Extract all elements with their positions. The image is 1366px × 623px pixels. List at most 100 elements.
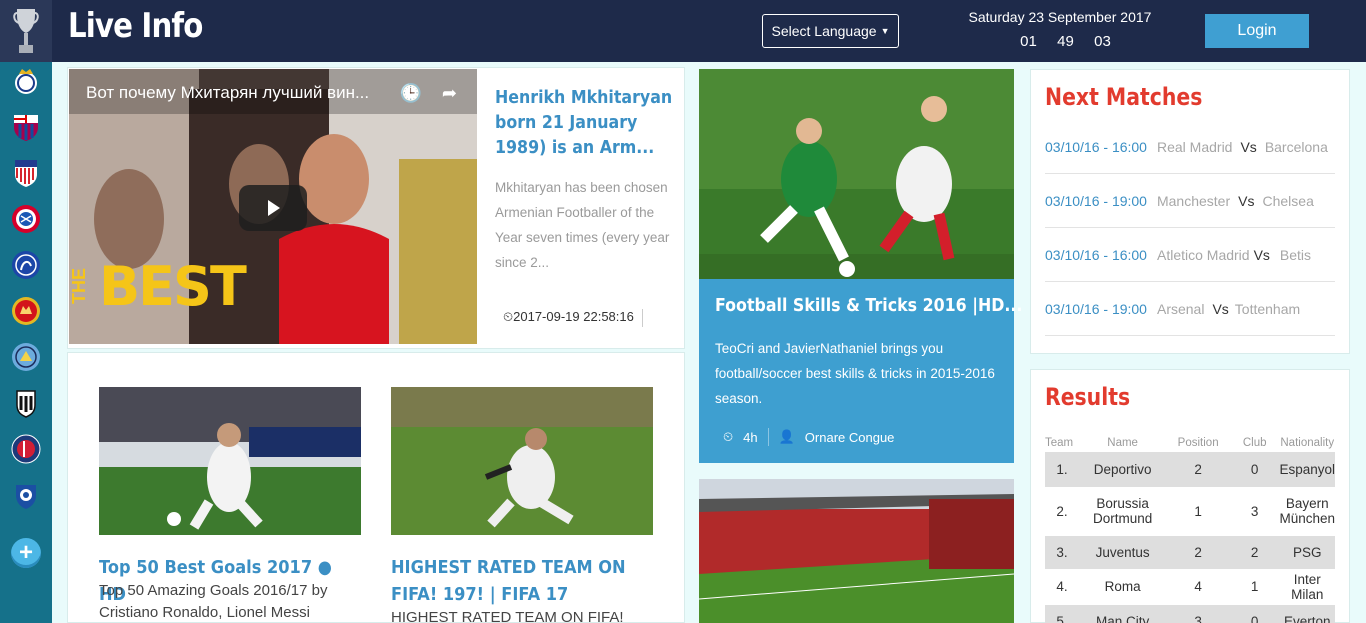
match-vs: Vs xyxy=(1253,246,1270,263)
cell-rank: 1. xyxy=(1045,452,1079,488)
plus-icon[interactable]: + xyxy=(11,538,41,568)
article-thumbnail-1[interactable] xyxy=(99,387,361,535)
cell-nationality: Inter Milan xyxy=(1279,569,1335,605)
col-club: Club xyxy=(1242,437,1267,449)
stadium-thumbnail[interactable] xyxy=(699,479,1014,623)
share-icon[interactable]: ➦ xyxy=(442,83,457,104)
club-sidebar: + xyxy=(0,62,52,623)
table-row[interactable]: 2. Borussia Dortmund 1 3 Bayern München xyxy=(1045,487,1335,536)
user-icon: 👤 xyxy=(778,429,795,444)
current-date: Saturday 23 September 2017 xyxy=(968,9,1152,25)
clock-minutes: 49 xyxy=(1057,33,1074,50)
col-position: Position xyxy=(1177,437,1219,449)
real-madrid-crest-icon[interactable] xyxy=(11,66,41,96)
match-row[interactable]: 03/10/16 - 16:00 Real Madrid Vs Barcelon… xyxy=(1045,120,1335,174)
divider xyxy=(767,428,769,446)
cell-position: 4 xyxy=(1166,569,1230,605)
psg-crest-icon[interactable] xyxy=(11,434,41,464)
table-row[interactable]: 5. Man City 3 0 Everton xyxy=(1045,604,1335,623)
cell-nationality: Bayern München xyxy=(1279,487,1335,536)
cell-club: 1 xyxy=(1229,569,1280,605)
brand-title[interactable]: Live Info xyxy=(68,6,203,46)
cell-club: 0 xyxy=(1229,604,1280,623)
cell-club: 2 xyxy=(1229,535,1280,570)
juventus-crest-icon[interactable] xyxy=(11,388,41,418)
barcelona-crest-icon[interactable] xyxy=(11,112,41,142)
featured-video-player[interactable]: Вот почему Мхитарян лучший вин... 🕒 ➦ TH… xyxy=(69,69,477,344)
timestamp-text: 2017-09-19 22:58:16 xyxy=(513,309,634,324)
article-desc-2: HIGHEST RATED TEAM ON FIFA! xyxy=(391,609,624,623)
live-clock: 01 49 03 xyxy=(1010,33,1121,50)
cell-name: Borussia Dortmund xyxy=(1078,487,1167,536)
article-thumbnail-2[interactable] xyxy=(391,387,653,535)
match-vs: Vs xyxy=(1212,300,1229,317)
porto-crest-icon[interactable] xyxy=(11,480,41,510)
select-language-button[interactable]: Select Language ▼ xyxy=(762,14,899,48)
bayern-crest-icon[interactable] xyxy=(11,204,41,234)
col-team: Team xyxy=(1045,437,1074,449)
match-away: Barcelona xyxy=(1264,138,1328,155)
cell-nationality: Espanyol xyxy=(1279,452,1335,488)
cell-position: 1 xyxy=(1166,487,1230,536)
cell-position: 3 xyxy=(1166,604,1230,623)
video-actions: 🕒 ➦ xyxy=(399,83,457,104)
col-name: Name xyxy=(1107,437,1138,449)
cell-position: 2 xyxy=(1166,535,1230,570)
skills-card: Football Skills & Tricks 2016 |HD... Teo… xyxy=(699,279,1022,463)
article-title-2[interactable]: HIGHEST RATED TEAM ON FIFA! 197! | FIFA … xyxy=(391,554,639,608)
col-nationality: Nationality xyxy=(1280,437,1335,449)
skills-video-thumbnail[interactable] xyxy=(699,69,1014,279)
play-button[interactable] xyxy=(239,185,307,231)
cell-club: 3 xyxy=(1229,487,1280,536)
featured-article-title[interactable]: Henrikh Mkhitaryan born 21 January 1989)… xyxy=(495,85,675,160)
clock-seconds: 03 xyxy=(1094,33,1111,50)
results-header-row: Team Name Position Club Nationality xyxy=(1045,434,1335,452)
skills-author[interactable]: Ornare Congue xyxy=(805,430,895,445)
skills-meta: ⏲ 4h 👤 Ornare Congue xyxy=(723,428,894,446)
top-header: Live Info Select Language ▼ Saturday 23 … xyxy=(0,0,1366,62)
skills-time: 4h xyxy=(743,429,758,445)
article-desc-1: Top 50 Amazing Goals 2016/17 by Cristian… xyxy=(99,582,328,621)
clock-icon: ⏲ xyxy=(503,309,514,324)
match-row[interactable]: 03/10/16 - 16:00 Atletico Madrid Vs Beti… xyxy=(1045,228,1335,282)
match-vs: Vs xyxy=(1240,138,1257,155)
match-row[interactable]: 03/10/16 - 19:00 Arsenal Vs Tottenham xyxy=(1045,282,1335,336)
clock-icon[interactable]: 🕒 xyxy=(399,83,421,104)
cell-position: 2 xyxy=(1166,452,1230,488)
cell-rank: 4. xyxy=(1045,569,1079,605)
cell-rank: 3. xyxy=(1045,535,1079,570)
featured-article-description: Mkhitaryan has been chosen Armenian Foot… xyxy=(495,180,670,270)
table-row[interactable]: 3. Juventus 2 2 PSG xyxy=(1045,535,1335,570)
manchester-united-crest-icon[interactable] xyxy=(11,296,41,326)
match-home: Real Madrid xyxy=(1156,138,1233,155)
match-time: 03/10/16 - 16:00 xyxy=(1045,138,1147,155)
caret-down-icon: ▼ xyxy=(880,26,890,36)
skills-title[interactable]: Football Skills & Tricks 2016 |HD... xyxy=(715,295,1022,316)
results-table: Team Name Position Club Nationality 1. D… xyxy=(1045,434,1335,623)
video-title: Вот почему Мхитарян лучший вин... xyxy=(86,83,370,102)
match-home: Manchester xyxy=(1156,192,1231,209)
cell-club: 0 xyxy=(1229,452,1280,488)
cell-nationality: PSG xyxy=(1279,535,1335,570)
clock-icon: ⏲ xyxy=(723,429,734,444)
video-overlay-best: BEST xyxy=(99,255,247,318)
chelsea-crest-icon[interactable] xyxy=(11,250,41,280)
cell-name: Roma xyxy=(1078,569,1167,605)
match-row[interactable]: 03/10/16 - 19:00 Manchester Vs Chelsea xyxy=(1045,174,1335,228)
atletico-madrid-crest-icon[interactable] xyxy=(11,158,41,188)
match-time: 03/10/16 - 16:00 xyxy=(1045,246,1147,263)
featured-article-timestamp: ⏲2017-09-19 22:58:16 xyxy=(503,309,643,327)
match-away: Betis xyxy=(1279,246,1312,263)
cell-name: Man City xyxy=(1078,604,1167,623)
table-row[interactable]: 4. Roma 4 1 Inter Milan xyxy=(1045,569,1335,605)
match-vs: Vs xyxy=(1238,192,1255,209)
match-away: Chelsea xyxy=(1262,192,1314,209)
table-row[interactable]: 1. Deportivo 2 0 Espanyol xyxy=(1045,452,1335,488)
match-home: Arsenal xyxy=(1156,300,1205,317)
trophy-icon[interactable] xyxy=(0,0,52,62)
cell-nationality: Everton xyxy=(1279,604,1335,623)
manchester-city-crest-icon[interactable] xyxy=(11,342,41,372)
cell-name: Juventus xyxy=(1078,535,1167,570)
match-away: Tottenham xyxy=(1234,300,1301,317)
login-button[interactable]: Login xyxy=(1205,14,1309,48)
